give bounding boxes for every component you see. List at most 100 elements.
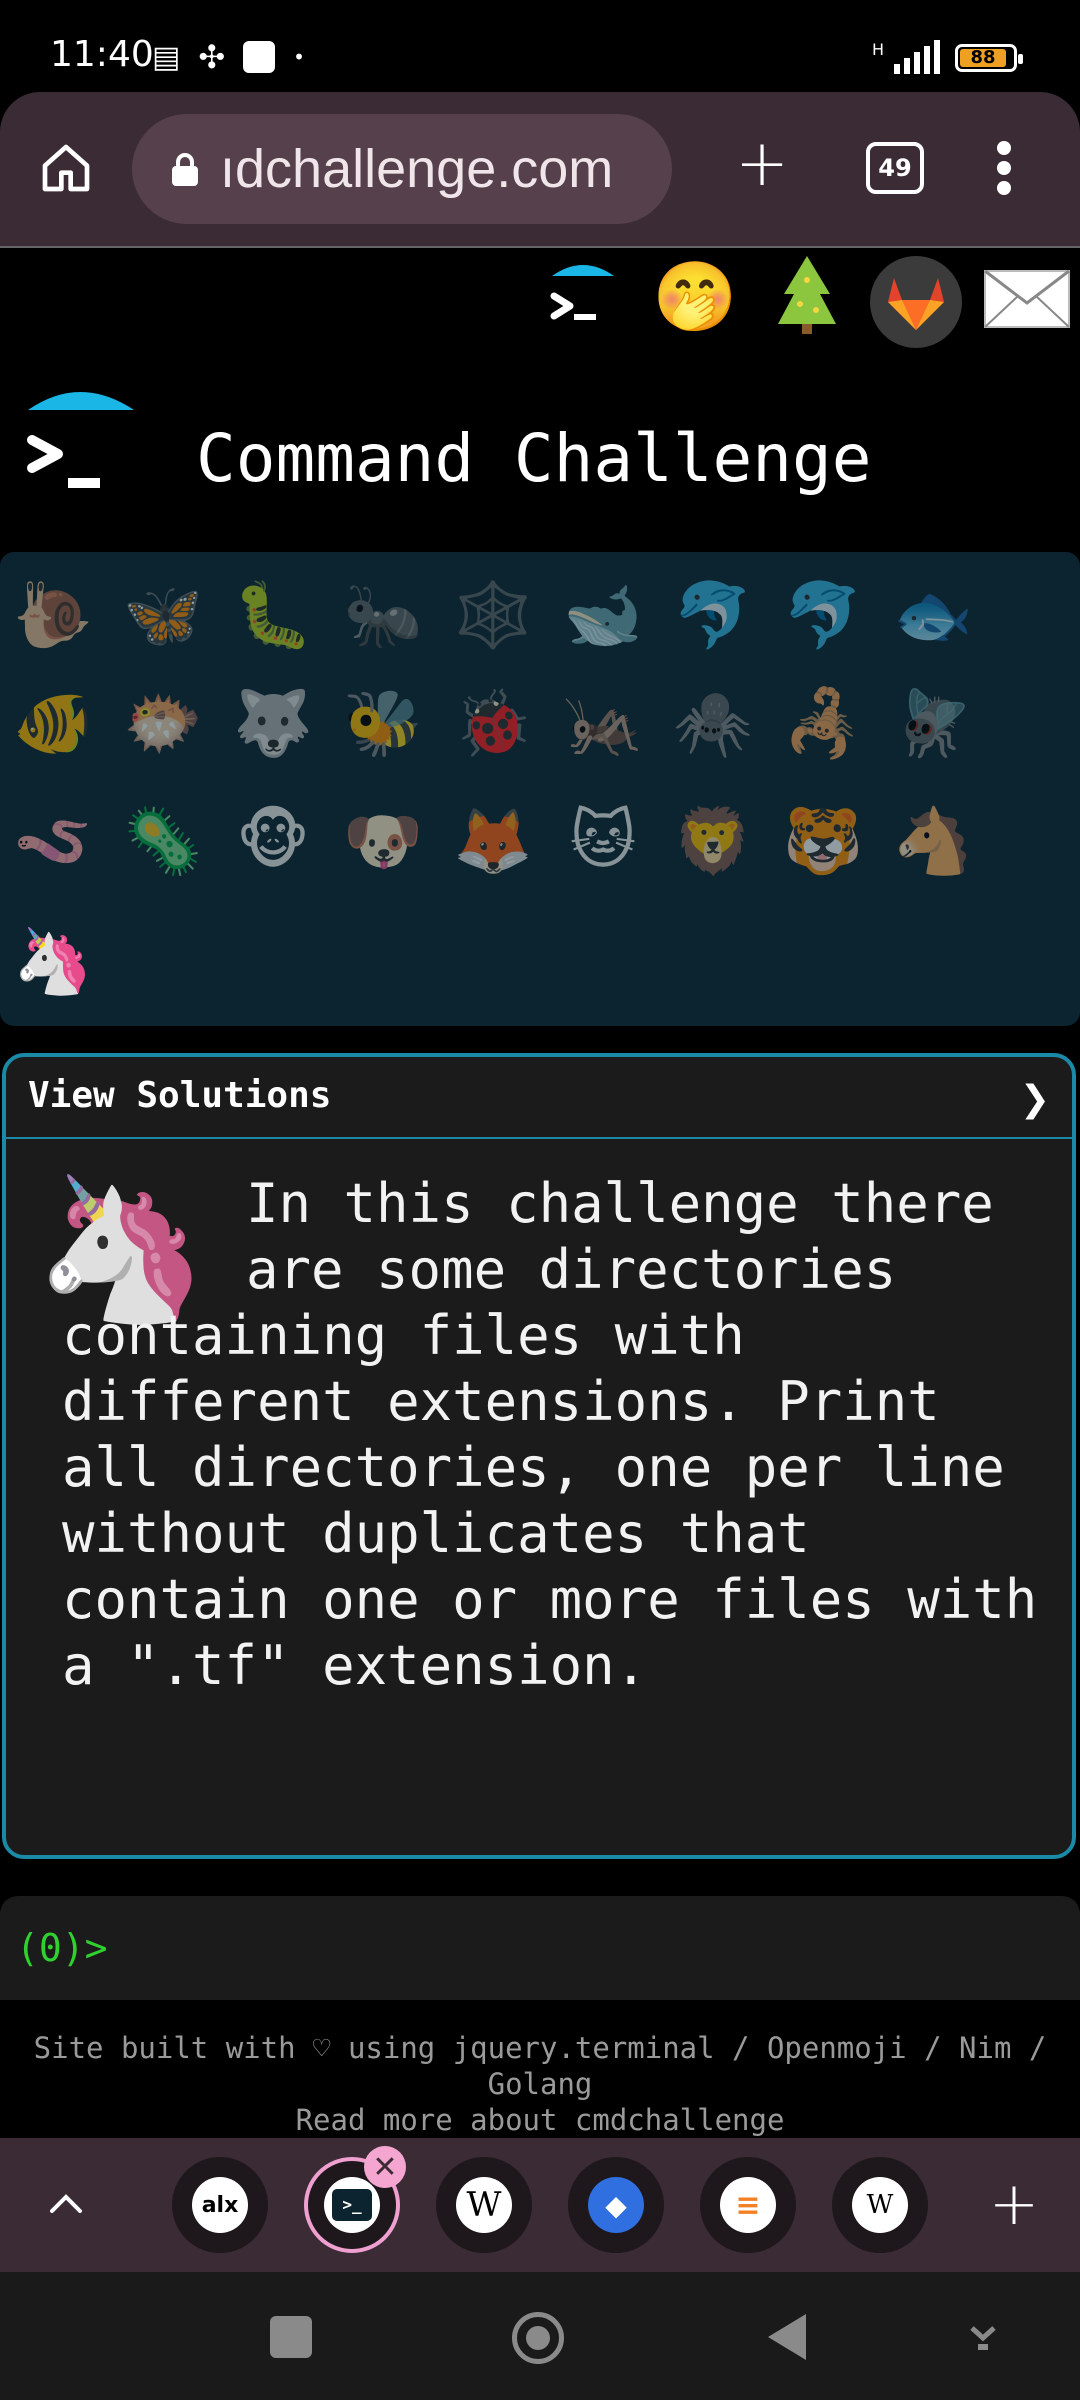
cmdchallenge-favicon: >_	[324, 2177, 380, 2233]
tree-icon	[778, 256, 836, 334]
recents-button[interactable]	[270, 2316, 312, 2358]
challenge-cat[interactable]: 🐱	[558, 796, 648, 886]
tab-stackoverflow[interactable]: ≡	[700, 2157, 796, 2253]
add-tab-button[interactable]: +	[978, 2168, 1050, 2240]
challenge-dolphin-2[interactable]: 🐬	[778, 570, 868, 660]
dot-icon: •	[293, 45, 305, 69]
home-nav-button[interactable]	[512, 2312, 564, 2364]
challenge-wolf[interactable]: 🐺	[228, 678, 318, 768]
challenge-bee[interactable]: 🐝	[338, 678, 428, 768]
system-nav-bar	[0, 2272, 1080, 2400]
challenge-fish[interactable]: 🐟	[888, 570, 978, 660]
close-icon: ✕	[372, 2149, 398, 2185]
chevron-down-icon	[970, 2326, 996, 2350]
wikipedia-icon: W	[852, 2177, 908, 2233]
tab-alx[interactable]: alx	[172, 2157, 268, 2253]
challenge-tropical-fish[interactable]: 🐠	[8, 678, 98, 768]
plus-icon: +	[988, 2169, 1040, 2239]
challenge-row-1: 🐌 🦋 🐛 🐜 🕸️ 🐋 🐬 🐬 🐟	[8, 570, 978, 660]
challenge-fox[interactable]: 🦊	[448, 796, 538, 886]
challenge-dog[interactable]: 🐶	[338, 796, 428, 886]
challenge-scorpion[interactable]: 🦂	[778, 678, 868, 768]
site-logo[interactable]	[24, 382, 136, 494]
collapse-tabs-button[interactable]	[30, 2168, 102, 2240]
challenge-ladybug[interactable]: 🐞	[448, 678, 538, 768]
challenge-worm[interactable]: 🪱	[8, 796, 98, 886]
challenge-fly[interactable]: 🪰	[888, 678, 978, 768]
challenge-snail[interactable]: 🐌	[8, 570, 98, 660]
signal-icon: H	[872, 40, 941, 74]
challenge-lion[interactable]: 🦁	[668, 796, 758, 886]
gitlab-link[interactable]	[870, 256, 962, 348]
status-bar: 11:40 ▤ ✣ • H 88	[0, 0, 1080, 92]
challenge-spiderweb[interactable]: 🕸️	[448, 570, 538, 660]
tab-switcher-button[interactable]: 49	[866, 142, 924, 194]
challenge-ant[interactable]: 🐜	[338, 570, 428, 660]
stackoverflow-icon: ≡	[720, 2177, 776, 2233]
challenge-horse[interactable]: 🐴	[888, 796, 978, 886]
app-notification-icon	[243, 41, 276, 73]
envelope-icon	[984, 269, 1070, 328]
challenge-card: View Solutions ❯ 🦄 In this challenge the…	[2, 1053, 1076, 1859]
tab-wikipedia[interactable]: W	[436, 2157, 532, 2253]
url-bar[interactable]: ıdchallenge.com	[132, 114, 672, 224]
url-text: ıdchallenge.com	[220, 139, 614, 199]
footer-built-with: Site built with ♡ using jquery.terminal …	[33, 2031, 1047, 2101]
tab-count: 49	[878, 154, 912, 182]
more-vert-icon	[997, 141, 1011, 195]
lock-icon	[172, 153, 198, 186]
tree-link[interactable]	[768, 254, 846, 336]
view-solutions-toggle[interactable]: View Solutions ❯	[6, 1057, 1072, 1139]
challenge-description: In this challenge there are some directo…	[62, 1172, 1042, 1699]
slack-icon: ✣	[198, 38, 226, 76]
challenge-unicorn-current[interactable]: 🦄	[8, 916, 98, 1006]
challenge-spider[interactable]: 🕷️	[668, 678, 758, 768]
challenge-grid: 🐌 🦋 🐛 🐜 🕸️ 🐋 🐬 🐬 🐟 🐠 🐡 🐺 🐝 🐞 🦗 🕷️ 🦂 🪰 🪱 …	[0, 552, 1080, 1026]
description-line-2: are some directories	[246, 1238, 897, 1301]
challenge-caterpillar[interactable]: 🐛	[228, 570, 318, 660]
status-notification-icons: ▤ ✣ •	[152, 38, 305, 76]
page-title: Command Challenge	[196, 420, 872, 497]
terminal[interactable]: (0)>	[0, 1896, 1080, 2000]
challenge-microbe[interactable]: 🦠	[118, 796, 208, 886]
shushing-face-icon: 🤭	[652, 258, 738, 337]
challenge-blowfish[interactable]: 🐡	[118, 678, 208, 768]
read-more-link[interactable]: Read more about cmdchallenge	[0, 2102, 1080, 2138]
challenge-row-3: 🪱 🦠 🐵 🐶 🦊 🐱 🦁 🐯 🐴	[8, 796, 978, 886]
challenge-tiger[interactable]: 🐯	[778, 796, 868, 886]
chevron-right-icon: ❯	[1019, 1079, 1050, 1120]
back-button[interactable]	[764, 2312, 808, 2366]
status-time: 11:40	[50, 34, 154, 75]
battery-level: 88	[960, 49, 1006, 67]
terminal-icon	[27, 392, 134, 488]
home-dot-icon	[526, 2326, 550, 2350]
challenge-whale[interactable]: 🐋	[558, 570, 648, 660]
gitlab-icon	[888, 278, 944, 330]
challenge-dolphin[interactable]: 🐬	[668, 570, 758, 660]
close-tab-button[interactable]: ✕	[364, 2146, 406, 2188]
contact-link[interactable]	[982, 268, 1072, 330]
tab-wikipedia-2[interactable]: W	[832, 2157, 928, 2253]
challenge-butterfly[interactable]: 🦋	[118, 570, 208, 660]
view-solutions-label: View Solutions	[28, 1075, 332, 1116]
tab-jira[interactable]: ◆	[568, 2157, 664, 2253]
terminal-logo-link[interactable]	[540, 252, 626, 338]
network-type: H	[872, 40, 885, 59]
hide-keyboard-button[interactable]	[966, 2322, 1000, 2356]
new-tab-button[interactable]: +	[726, 127, 798, 201]
plus-icon: +	[735, 127, 789, 201]
menu-button[interactable]	[968, 132, 1040, 204]
tab-strip: alx >_ ✕ W ◆ ≡ W +	[0, 2138, 1080, 2272]
shushing-face-link[interactable]: 🤭	[653, 258, 738, 337]
challenge-row-4: 🦄	[8, 916, 98, 1006]
challenge-monkey[interactable]: 🐵	[228, 796, 318, 886]
alx-favicon: alx	[192, 2177, 248, 2233]
battery-icon: 88	[955, 44, 1023, 72]
news-icon: ▤	[152, 39, 181, 75]
description-line-1: In this challenge there	[246, 1172, 994, 1235]
browser-toolbar: ıdchallenge.com + 49	[0, 92, 1080, 248]
home-button[interactable]	[30, 132, 102, 204]
terminal-icon	[550, 265, 614, 320]
back-triangle-icon	[768, 2314, 806, 2360]
challenge-cricket[interactable]: 🦗	[558, 678, 648, 768]
